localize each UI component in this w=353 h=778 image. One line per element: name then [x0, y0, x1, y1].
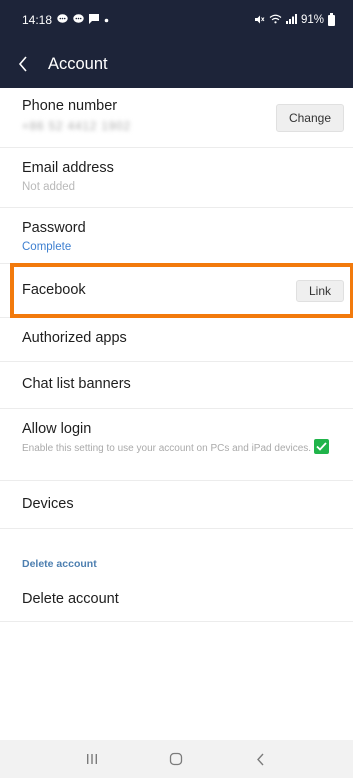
- page-title: Account: [48, 54, 108, 73]
- signal-icon: [285, 14, 297, 26]
- dot-icon: [104, 16, 109, 25]
- delete-account-row[interactable]: Delete account: [0, 576, 353, 622]
- phone-number-value: +86 52 4412 1902: [22, 121, 132, 133]
- password-label: Password: [22, 220, 86, 236]
- authorized-apps-label: Authorized apps: [22, 330, 127, 346]
- phone-number-label: Phone number: [22, 98, 118, 114]
- message-notification-icon: [89, 14, 100, 26]
- app-header: Account: [0, 40, 353, 88]
- link-facebook-button[interactable]: Link: [296, 280, 344, 302]
- back-nav-icon[interactable]: [241, 744, 281, 774]
- wifi-icon: [269, 14, 282, 26]
- delete-account-label: Delete account: [22, 591, 119, 607]
- checkmark-icon: [316, 442, 327, 451]
- chat-notification-icon: [57, 14, 68, 26]
- mute-icon: [254, 14, 265, 27]
- phone-number-row: Phone number +86 52 4412 1902 Change: [0, 88, 353, 148]
- status-time: 14:18: [22, 13, 53, 27]
- system-navigation-bar: [0, 740, 353, 778]
- allow-login-checkbox[interactable]: [314, 439, 329, 454]
- password-row[interactable]: Password Complete: [0, 208, 353, 264]
- status-right: 91%: [254, 12, 335, 27]
- email-value: Not added: [22, 181, 76, 193]
- change-phone-button[interactable]: Change: [276, 104, 344, 132]
- allow-login-row: Allow login Enable this setting to use y…: [0, 409, 353, 481]
- battery-icon: [328, 12, 335, 26]
- allow-login-description: Enable this setting to use your account …: [22, 443, 312, 454]
- email-row[interactable]: Email address Not added: [0, 148, 353, 208]
- home-icon[interactable]: [156, 744, 196, 774]
- chat-list-banners-row[interactable]: Chat list banners: [0, 362, 353, 409]
- status-bar: 14:18 91%: [0, 0, 353, 40]
- battery-percent: 91%: [300, 14, 324, 26]
- recent-apps-icon[interactable]: [72, 744, 112, 774]
- devices-label: Devices: [22, 496, 74, 512]
- email-label: Email address: [22, 160, 114, 176]
- chat-list-banners-label: Chat list banners: [22, 376, 131, 392]
- status-left: 14:18: [22, 13, 109, 27]
- back-arrow-icon[interactable]: [18, 55, 36, 73]
- devices-row[interactable]: Devices: [0, 481, 353, 529]
- delete-account-section-header: Delete account: [22, 558, 97, 570]
- password-status: Complete: [22, 241, 72, 253]
- authorized-apps-row[interactable]: Authorized apps: [0, 318, 353, 362]
- facebook-label: Facebook: [22, 282, 86, 298]
- chat-notification-icon: [73, 14, 84, 26]
- facebook-row: Facebook Link: [0, 264, 353, 318]
- allow-login-label: Allow login: [22, 421, 92, 437]
